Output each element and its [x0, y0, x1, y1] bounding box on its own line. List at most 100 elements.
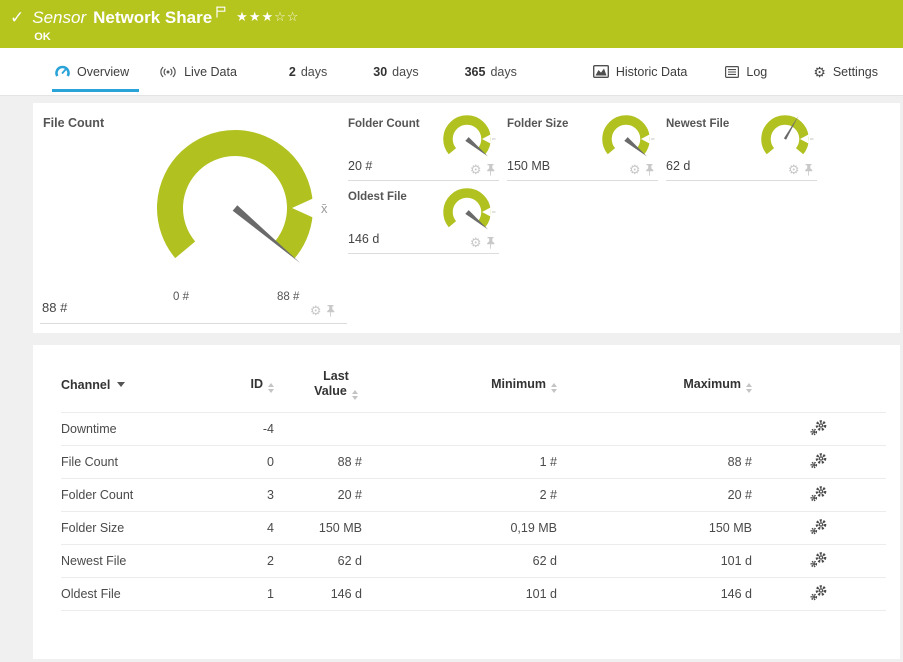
gauge-folder-count: Folder Count 20 # ⚙: [348, 108, 499, 181]
tab-30-days[interactable]: 30 days: [373, 48, 418, 95]
col-header-channel[interactable]: Channel: [61, 345, 236, 413]
table-row-folder-size: Folder Size 4 150 MB 0,19 MB 150 MB: [61, 512, 886, 545]
sort-caret-icon: [117, 382, 125, 387]
status-check-icon: ✓: [10, 8, 24, 28]
sort-arrows-icon: [268, 383, 274, 393]
channel-minimum: 101 d: [362, 578, 557, 611]
tab-overview[interactable]: Overview: [55, 48, 129, 95]
gear-icon[interactable]: ⚙: [629, 164, 641, 176]
tab-label: Overview: [77, 65, 129, 79]
channel-settings-icon[interactable]: [810, 420, 828, 436]
page-title: Network Share: [93, 7, 212, 29]
col-header-maximum[interactable]: Maximum: [557, 345, 752, 413]
channel-settings-icon[interactable]: [810, 486, 828, 502]
sensor-title-block: Sensor Network Share ★★★☆☆ OK: [32, 7, 299, 43]
channel-name: Newest File: [61, 545, 236, 578]
col-header-id[interactable]: ID: [236, 345, 274, 413]
gauge-scale-min: 0 #: [173, 291, 189, 303]
gauge-current-value: 88 #: [42, 300, 67, 315]
channel-settings-icon[interactable]: [810, 585, 828, 601]
table-header-row: Channel ID Last Value Minimum Maximum: [61, 345, 886, 413]
priority-stars[interactable]: ★★★☆☆: [236, 7, 299, 27]
tab-historic-data[interactable]: Historic Data: [593, 48, 688, 95]
tab-365-days[interactable]: 365 days: [465, 48, 517, 95]
channel-minimum: 1 #: [362, 446, 557, 479]
channel-maximum: 150 MB: [557, 512, 752, 545]
channel-last-value: 150 MB: [274, 512, 362, 545]
gauge-folder-size: Folder Size 150 MB ⚙: [507, 108, 658, 181]
tab-label: Live Data: [184, 65, 237, 79]
tab-label: days: [301, 65, 327, 79]
channel-id: -4: [236, 413, 274, 446]
gear-icon[interactable]: ⚙: [310, 305, 322, 317]
pin-icon[interactable]: [486, 164, 496, 176]
pin-icon[interactable]: [326, 305, 336, 317]
gear-icon[interactable]: ⚙: [470, 164, 482, 176]
folder-count-gauge: [437, 111, 497, 171]
table-row-downtime: Downtime -4: [61, 413, 886, 446]
pin-icon[interactable]: [804, 164, 814, 176]
tab-label: days: [392, 65, 418, 79]
channel-maximum: [557, 413, 752, 446]
channel-settings-icon[interactable]: [810, 552, 828, 568]
folder-size-gauge: [596, 111, 656, 171]
sensor-type-label: Sensor: [32, 7, 86, 29]
channel-maximum: 20 #: [557, 479, 752, 512]
channel-id: 1: [236, 578, 274, 611]
pin-icon[interactable]: [645, 164, 655, 176]
channels-table: Channel ID Last Value Minimum Maximum Do…: [61, 345, 886, 611]
area-chart-icon: [593, 65, 609, 78]
small-gauges-grid: Folder Count 20 # ⚙ Folder Size 150 MB: [348, 108, 817, 254]
channel-name: Folder Size: [61, 512, 236, 545]
gauge-title: Newest File: [666, 118, 729, 130]
gauge-scale-max: 88 #: [277, 291, 299, 303]
gear-icon[interactable]: ⚙: [470, 237, 482, 249]
star-empty-icons: ☆☆: [274, 9, 299, 24]
sort-arrows-icon: [746, 383, 752, 393]
channel-last-value: 20 #: [274, 479, 362, 512]
channel-name: Oldest File: [61, 578, 236, 611]
col-header-last-value[interactable]: Last Value: [274, 345, 362, 413]
tab-live-data[interactable]: Live Data: [159, 48, 237, 95]
gear-icon[interactable]: ⚙: [788, 164, 800, 176]
channel-minimum: [362, 413, 557, 446]
gauge-title: File Count: [43, 116, 104, 130]
tab-log[interactable]: Log: [725, 48, 767, 95]
sort-arrows-icon: [352, 390, 358, 400]
cell-divider: [40, 323, 347, 324]
log-icon: [725, 66, 739, 78]
pin-icon[interactable]: [486, 237, 496, 249]
gear-icon: ⚙: [813, 65, 826, 79]
gauges-panel: File Count x̄ 0 # 88 # 88 # ⚙ Folder Cou…: [33, 103, 900, 333]
tab-number: 2: [289, 65, 296, 79]
col-header-minimum[interactable]: Minimum: [362, 345, 557, 413]
sensor-status-banner: ✓ Sensor Network Share ★★★☆☆ OK: [0, 0, 903, 48]
channel-id: 4: [236, 512, 274, 545]
gauge-title: Oldest File: [348, 191, 407, 203]
tab-settings[interactable]: ⚙ Settings: [813, 48, 878, 95]
gauge-file-count: File Count x̄ 0 # 88 # 88 # ⚙: [33, 103, 349, 333]
file-count-gauge: x̄: [135, 108, 335, 308]
channel-id: 3: [236, 479, 274, 512]
star-filled-icons: ★★★: [236, 9, 274, 24]
sort-arrows-icon: [551, 383, 557, 393]
gauge-icon: [55, 65, 70, 79]
channel-minimum: 2 #: [362, 479, 557, 512]
table-row-file-count: File Count 0 88 # 1 # 88 #: [61, 446, 886, 479]
table-row-newest-file: Newest File 2 62 d 62 d 101 d: [61, 545, 886, 578]
table-row-oldest-file: Oldest File 1 146 d 101 d 146 d: [61, 578, 886, 611]
channel-last-value: [274, 413, 362, 446]
empty-cell: [507, 181, 658, 254]
channel-settings-icon[interactable]: [810, 519, 828, 535]
channel-settings-icon[interactable]: [810, 453, 828, 469]
tab-number: 365: [465, 65, 486, 79]
channel-last-value: 88 #: [274, 446, 362, 479]
gauge-title: Folder Count: [348, 118, 420, 130]
gauge-oldest-file: Oldest File 146 d ⚙: [348, 181, 499, 254]
tab-2-days[interactable]: 2 days: [289, 48, 327, 95]
tab-label: Log: [746, 65, 767, 79]
channel-last-value: 146 d: [274, 578, 362, 611]
flag-icon[interactable]: [216, 5, 226, 23]
tab-label: Settings: [833, 65, 878, 79]
table-row-folder-count: Folder Count 3 20 # 2 # 20 #: [61, 479, 886, 512]
